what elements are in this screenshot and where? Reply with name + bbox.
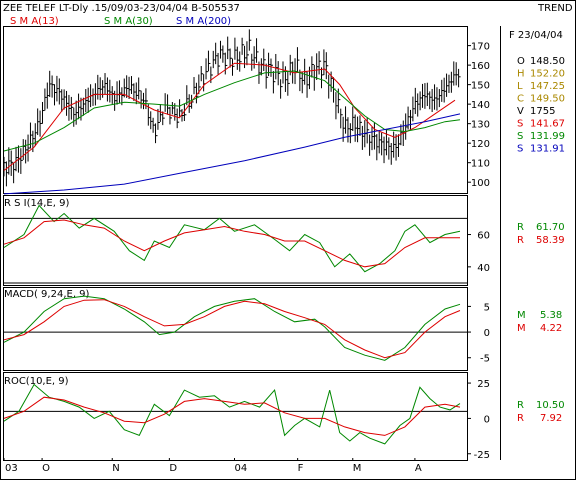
info-key: S — [517, 119, 523, 130]
roc-ytick-label: 0 — [484, 414, 490, 425]
info-key: V — [517, 106, 524, 117]
info-key: H — [517, 69, 525, 80]
price-ytick-label: 100 — [471, 178, 490, 189]
legend-sma200: S M A(200) — [176, 16, 231, 27]
info-value: 147.25 — [530, 81, 565, 92]
roc-series-line — [3, 396, 461, 436]
xtick-label: M — [353, 463, 362, 474]
xtick-label: D — [169, 463, 177, 474]
macd-ytick-label: 0 — [484, 328, 490, 339]
rsi-series-line — [3, 204, 461, 273]
rsi-ytick-label: 60 — [477, 231, 490, 242]
price-series-line — [3, 70, 461, 152]
roc-r1-key: R — [517, 400, 524, 411]
chart-canvas: ZEE TELEF LT-Dly .15/09/03-23/04/04 B-50… — [0, 0, 576, 480]
roc-title: ROC(10,E, 9) — [4, 376, 69, 387]
info-key: L — [517, 81, 523, 92]
roc-ytick-label: -25 — [474, 450, 490, 461]
macd-ytick-label: -5 — [480, 354, 490, 365]
chart-title: ZEE TELEF LT-Dly .15/09/03-23/04/04 B-50… — [3, 3, 240, 14]
info-key: S — [517, 144, 523, 155]
rsi-ytick-label: 40 — [477, 263, 490, 274]
roc-r2-value: 7.92 — [540, 413, 562, 424]
plot-layer: 100 110 120 130 140 150 160 170 03 O N D 04 F M A 40 60 5 0… — [3, 29, 490, 474]
macd-r1-value: 5.38 — [540, 310, 562, 321]
xtick-label: O — [42, 463, 50, 474]
price-panel-frame — [3, 26, 468, 194]
rsi-panel-frame — [3, 195, 468, 286]
legend-sma30: S M A(30) — [104, 16, 153, 27]
chart-window: ZEE TELEF LT-Dly .15/09/03-23/04/04 B-50… — [0, 0, 576, 480]
info-key: C — [517, 94, 524, 105]
macd-r2-value: 4.22 — [540, 323, 562, 334]
price-ytick-label: 140 — [471, 100, 490, 111]
rsi-series-line — [3, 219, 460, 268]
info-value: 131.91 — [530, 144, 565, 155]
info-value: 1755 — [530, 106, 555, 117]
xtick-label: 03 — [5, 463, 18, 474]
roc-panel-frame — [3, 372, 468, 461]
legend-sma13: S M A(13) — [10, 16, 59, 27]
macd-r1-key: M — [517, 310, 526, 321]
price-ytick-label: 170 — [471, 42, 490, 53]
macd-title: MACD( 9,24,E, 9) — [4, 289, 90, 300]
roc-r2-key: R — [517, 413, 524, 424]
xtick-label: 04 — [235, 463, 248, 474]
xtick-label: A — [415, 463, 422, 474]
xtick-label: N — [112, 463, 119, 474]
roc-r1-value: 10.50 — [536, 400, 565, 411]
macd-series-line — [3, 295, 461, 361]
roc-series-line — [3, 383, 461, 445]
rsi-r1-key: R — [517, 222, 524, 233]
info-value: 131.99 — [530, 131, 565, 142]
rsi-title: R S I(14,E, 9) — [4, 198, 69, 209]
macd-ytick-label: 5 — [484, 302, 490, 313]
macd-r2-key: M — [517, 323, 526, 334]
price-ytick-label: 120 — [471, 139, 490, 150]
info-key: S — [517, 131, 523, 142]
info-value: 141.67 — [530, 119, 565, 130]
rsi-r1-value: 61.70 — [536, 222, 565, 233]
macd-series-line — [3, 299, 461, 359]
rsi-r2-key: R — [517, 235, 524, 246]
info-date: F 23/04/04 — [509, 30, 563, 41]
price-ytick-label: 160 — [471, 61, 490, 72]
info-value: 152.20 — [530, 69, 565, 80]
price-ytick-label: 110 — [471, 159, 490, 170]
price-ytick-label: 150 — [471, 81, 490, 92]
info-key: O — [517, 56, 525, 67]
info-rows: O 148.50 H 152.20 L 147.25 C 149.50 V 1755 S 141.67… — [517, 56, 565, 155]
info-value: 148.50 — [530, 56, 565, 67]
xtick-label: F — [298, 463, 304, 474]
roc-ytick-label: 25 — [477, 379, 490, 390]
trend-label: TREND — [537, 3, 573, 14]
info-value: 149.50 — [530, 94, 565, 105]
rsi-r2-value: 58.39 — [536, 235, 565, 246]
price-ytick-label: 130 — [471, 120, 490, 131]
